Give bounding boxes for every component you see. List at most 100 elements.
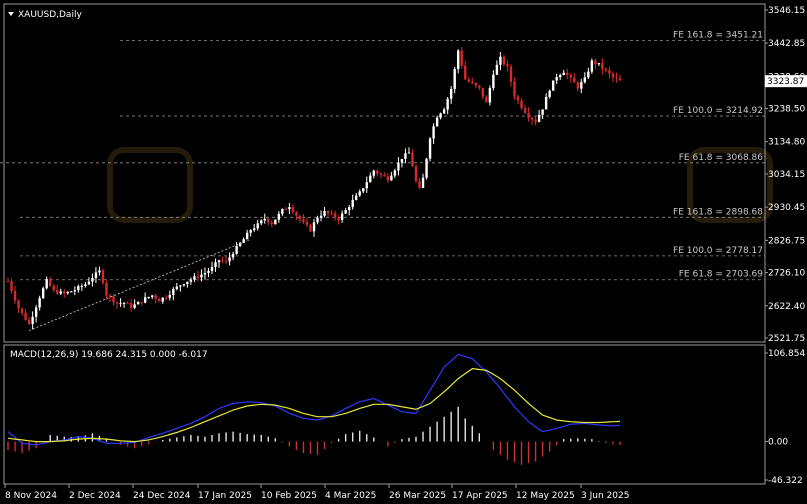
- candle-body: [105, 282, 108, 296]
- candle-body: [580, 82, 583, 89]
- candle-body: [66, 291, 69, 294]
- candle-body: [492, 74, 495, 89]
- candle-body: [224, 261, 228, 263]
- candle-body: [193, 276, 196, 280]
- candle-body: [442, 109, 446, 114]
- candle-body: [24, 312, 27, 320]
- candle-body: [372, 170, 375, 176]
- candle-body: [45, 279, 48, 289]
- time-tick-label: 26 Mar 2025: [389, 491, 446, 501]
- candle-body: [530, 117, 534, 120]
- candle-body: [432, 126, 435, 139]
- candle-body: [435, 117, 439, 127]
- candle-body: [245, 232, 249, 240]
- candle-body: [112, 296, 115, 303]
- candle-body: [274, 219, 277, 225]
- fib-level-label: FE 161.8 = 3451.21: [673, 30, 763, 40]
- fib-level-label: FE 100.0 = 2778.17: [673, 246, 763, 256]
- candle-body: [6, 280, 10, 282]
- candle-body: [302, 219, 305, 222]
- candle-body: [330, 213, 333, 215]
- candle-body: [31, 316, 34, 324]
- candle-body: [618, 78, 622, 81]
- candle-body: [126, 302, 129, 304]
- candle-body: [34, 307, 38, 317]
- candle-body: [189, 279, 193, 282]
- candle-body: [576, 82, 579, 89]
- candle-body: [594, 60, 597, 65]
- candle-body: [140, 302, 143, 304]
- candle-body: [474, 82, 477, 86]
- candle-body: [333, 213, 337, 218]
- candle-body: [337, 217, 340, 220]
- price-tick-label: 3134.80: [768, 138, 805, 148]
- candle-body: [566, 72, 569, 75]
- candle-body: [358, 191, 361, 196]
- candle-body: [133, 304, 136, 308]
- price-tick-label: 2726.10: [768, 269, 805, 279]
- candle-body: [604, 68, 608, 71]
- candle-body: [228, 257, 231, 262]
- candle-body: [411, 152, 414, 167]
- candle-body: [397, 162, 400, 171]
- candle-body: [41, 288, 45, 299]
- candle-body: [548, 90, 551, 98]
- candle-body: [305, 221, 309, 225]
- candle-body: [291, 207, 295, 213]
- time-tick-label: 3 Jun 2025: [581, 491, 629, 501]
- candle-body: [200, 274, 203, 278]
- candle-body: [13, 290, 17, 301]
- candle-body: [17, 300, 20, 309]
- candle-body: [129, 303, 133, 308]
- time-tick-label: 2 Dec 2024: [69, 491, 121, 501]
- candle-body: [425, 158, 428, 178]
- candle-body: [481, 87, 485, 97]
- time-tick-label: 24 Dec 2024: [133, 491, 191, 501]
- candle-body: [464, 65, 467, 80]
- macd-title: MACD(12,26,9) 19.686 24.315 0.000 -6.017: [10, 350, 208, 360]
- candle-body: [77, 286, 80, 291]
- candle-body: [217, 260, 221, 263]
- chart-window: FE 161.8 = 3451.21 FE 100.0 = 3214.92 FE 6…: [0, 3, 807, 501]
- last-price-label: 3323.87: [767, 77, 804, 87]
- candle-body: [122, 302, 126, 304]
- candle-body: [56, 290, 59, 294]
- time-axis: 8 Nov 2024 2 Dec 2024 24 Dec 2024 17 Jan 20…: [4, 484, 629, 501]
- macd-tick-label: 106.854: [768, 349, 805, 359]
- candle-body: [168, 294, 171, 298]
- candle-body: [414, 166, 418, 182]
- candle-body: [369, 175, 372, 183]
- candle-body: [488, 88, 492, 103]
- candle-body: [428, 138, 432, 159]
- candle-body: [267, 218, 270, 223]
- candle-body: [601, 63, 604, 69]
- candle-body: [362, 188, 365, 192]
- candle-body: [400, 158, 404, 163]
- price-tick-label: 2521.75: [768, 334, 805, 344]
- candle-body: [147, 296, 150, 298]
- candle-body: [73, 290, 77, 292]
- macd-axis: 106.854 0.00 -46.322: [765, 349, 805, 486]
- candle-body: [386, 176, 390, 181]
- candle-body: [407, 152, 411, 154]
- price-tick-label: 2622.40: [768, 302, 805, 312]
- candle-body: [119, 303, 122, 305]
- candle-body: [393, 170, 397, 176]
- candle-body: [471, 81, 474, 83]
- candle-body: [20, 308, 24, 313]
- candle-body: [309, 224, 312, 232]
- candle-body: [516, 96, 520, 101]
- macd-panel[interactable]: [3, 344, 766, 485]
- candle-body: [101, 270, 105, 283]
- candle-body: [611, 73, 615, 78]
- candle-body: [590, 60, 594, 72]
- candle-body: [38, 298, 41, 308]
- candle-body: [495, 64, 499, 75]
- candle-body: [143, 297, 147, 303]
- candle-body: [559, 75, 562, 78]
- candle-body: [151, 295, 154, 297]
- candle-body: [573, 77, 576, 83]
- candle-body: [544, 97, 548, 110]
- candle-body: [421, 177, 425, 188]
- candle-body: [175, 286, 179, 289]
